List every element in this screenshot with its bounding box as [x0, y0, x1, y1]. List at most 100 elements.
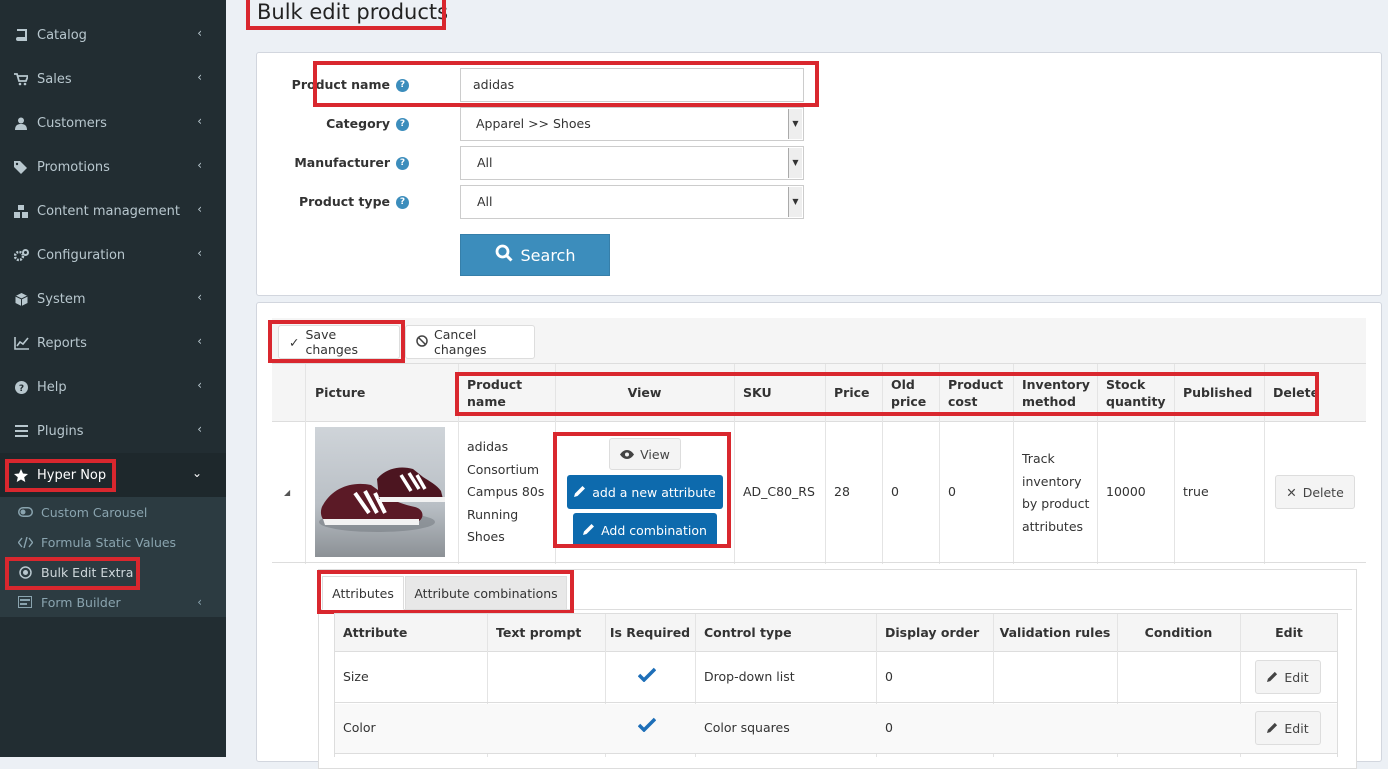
chevron-down-icon: ▼ [788, 109, 802, 139]
highlight-box-view-actions [553, 432, 731, 548]
price-cell: 28 [834, 484, 850, 499]
category-select[interactable]: Apparel >> Shoes ▼ [460, 107, 804, 141]
chevron-left-icon: ‹ [197, 290, 202, 304]
sidebar-item-catalog[interactable]: Catalog ‹ [0, 13, 226, 57]
sidebar-item-customers[interactable]: Customers ‹ [0, 101, 226, 145]
pencil-icon [1267, 721, 1278, 736]
sidebar-subitem-form-builder[interactable]: Form Builder ‹ [0, 587, 226, 617]
edit-button[interactable]: Edit [1255, 711, 1321, 745]
sidebar-item-label: Reports [37, 335, 87, 351]
chevron-down-icon: ▼ [788, 187, 802, 217]
chevron-left-icon: ‹ [197, 202, 202, 216]
help-icon[interactable]: ? [396, 157, 409, 170]
sidebar-item-help[interactable]: ? Help ‹ [0, 365, 226, 409]
chevron-left-icon: ‹ [197, 114, 202, 128]
pencil-icon [1267, 670, 1278, 685]
sidebar-subitem-formula-static-values[interactable]: Formula Static Values [0, 527, 226, 557]
inventory-method-cell: Track inventory by product attributes [1022, 451, 1090, 534]
highlight-box-bulk-edit [5, 557, 140, 590]
chevron-left-icon: ‹ [197, 422, 202, 436]
chevron-left-icon: ‹ [197, 70, 202, 84]
sidebar-item-promotions[interactable]: Promotions ‹ [0, 145, 226, 189]
sidebar-item-label: Plugins [37, 423, 84, 439]
sidebar-item-system[interactable]: System ‹ [0, 277, 226, 321]
tags-icon [13, 160, 29, 174]
header-picture: Picture [315, 385, 366, 400]
product-type-label: Product type? [259, 194, 409, 209]
attribute-name-cell: Size [343, 669, 369, 684]
attr-header-display-order[interactable]: Display order [885, 625, 979, 640]
toggle-icon [17, 507, 33, 517]
table-row [335, 704, 1337, 754]
chevron-left-icon: ‹ [197, 378, 202, 392]
sidebar-subitem-label: Form Builder [41, 594, 121, 610]
cart-icon [13, 72, 29, 86]
stock-quantity-cell: 10000 [1106, 484, 1146, 499]
manufacturer-select-value: All [477, 155, 493, 170]
attr-header-is-required[interactable]: Is Required [605, 625, 695, 640]
edit-button[interactable]: Edit [1255, 660, 1321, 694]
category-select-value: Apparel >> Shoes [476, 116, 591, 131]
chevron-left-icon: ‹ [197, 246, 202, 260]
display-order-cell: 0 [885, 720, 893, 735]
sidebar-item-reports[interactable]: Reports ‹ [0, 321, 226, 365]
chevron-left-icon: ‹ [197, 158, 202, 172]
help-icon[interactable]: ? [396, 118, 409, 131]
question-circle-icon: ? [13, 380, 29, 394]
category-label: Category? [259, 116, 409, 131]
highlight-box-hyper-nop [5, 459, 116, 492]
search-icon [495, 244, 513, 266]
chevron-down-icon: ▼ [788, 148, 802, 178]
ban-icon [416, 334, 428, 350]
form-icon [17, 596, 33, 608]
edit-button-label: Edit [1284, 720, 1309, 736]
attribute-name-cell: Color [343, 720, 376, 735]
shoe-image-icon [319, 467, 445, 532]
user-icon [13, 117, 29, 130]
highlight-box-product-name [313, 61, 819, 107]
sidebar-subitem-label: Formula Static Values [41, 534, 177, 550]
control-type-cell: Color squares [704, 720, 790, 735]
sidebar-subitem-custom-carousel[interactable]: Custom Carousel [0, 497, 226, 527]
cancel-changes-button[interactable]: Cancel changes [405, 325, 535, 359]
attr-header-control-type[interactable]: Control type [704, 625, 792, 640]
delete-button[interactable]: ✕ Delete [1275, 475, 1355, 509]
sidebar-item-label: Content management [37, 203, 180, 219]
help-icon[interactable]: ? [396, 196, 409, 209]
sku-cell: AD_C80_RS [743, 484, 815, 499]
table-row [335, 653, 1337, 703]
manufacturer-label-text: Manufacturer [294, 155, 390, 170]
product-name-cell: adidas Consortium Campus 80s Running Sho… [467, 439, 545, 544]
attr-header-text-prompt[interactable]: Text prompt [496, 625, 581, 640]
product-type-select-value: All [477, 194, 493, 209]
sidebar-item-plugins[interactable]: Plugins ‹ [0, 409, 226, 453]
sidebar-item-configuration[interactable]: Configuration ‹ [0, 233, 226, 277]
expand-row-icon[interactable]: ◢ [284, 488, 290, 497]
product-type-label-text: Product type [298, 194, 390, 209]
product-type-select[interactable]: All ▼ [460, 185, 804, 219]
sidebar-subitem-label: Custom Carousel [41, 504, 148, 520]
attr-header-attribute[interactable]: Attribute [343, 625, 407, 640]
attr-header-condition: Condition [1144, 625, 1213, 640]
cubes-icon [13, 204, 29, 218]
highlight-box-headers [455, 372, 1319, 416]
display-order-cell: 0 [885, 669, 893, 684]
sidebar-item-label: Sales [37, 71, 72, 87]
chevron-down-icon: ⌄ [191, 466, 202, 480]
sidebar-item-content-management[interactable]: Content management ‹ [0, 189, 226, 233]
product-cost-cell: 0 [948, 484, 956, 499]
manufacturer-select[interactable]: All ▼ [460, 146, 804, 180]
cancel-changes-label: Cancel changes [434, 327, 487, 357]
attr-header-validation-rules: Validation rules [999, 625, 1111, 640]
search-button[interactable]: Search [460, 234, 610, 276]
sidebar-item-label: Configuration [37, 247, 126, 263]
product-image [315, 427, 445, 557]
highlight-box-tabs [317, 570, 574, 614]
checkmark-icon [637, 717, 657, 735]
highlight-box-title [246, 0, 446, 30]
chevron-left-icon: ‹ [197, 26, 202, 40]
book-icon [13, 28, 29, 42]
sidebar-item-sales[interactable]: Sales ‹ [0, 57, 226, 101]
delete-button-label: Delete [1302, 484, 1344, 500]
search-button-label: Search [520, 245, 576, 265]
